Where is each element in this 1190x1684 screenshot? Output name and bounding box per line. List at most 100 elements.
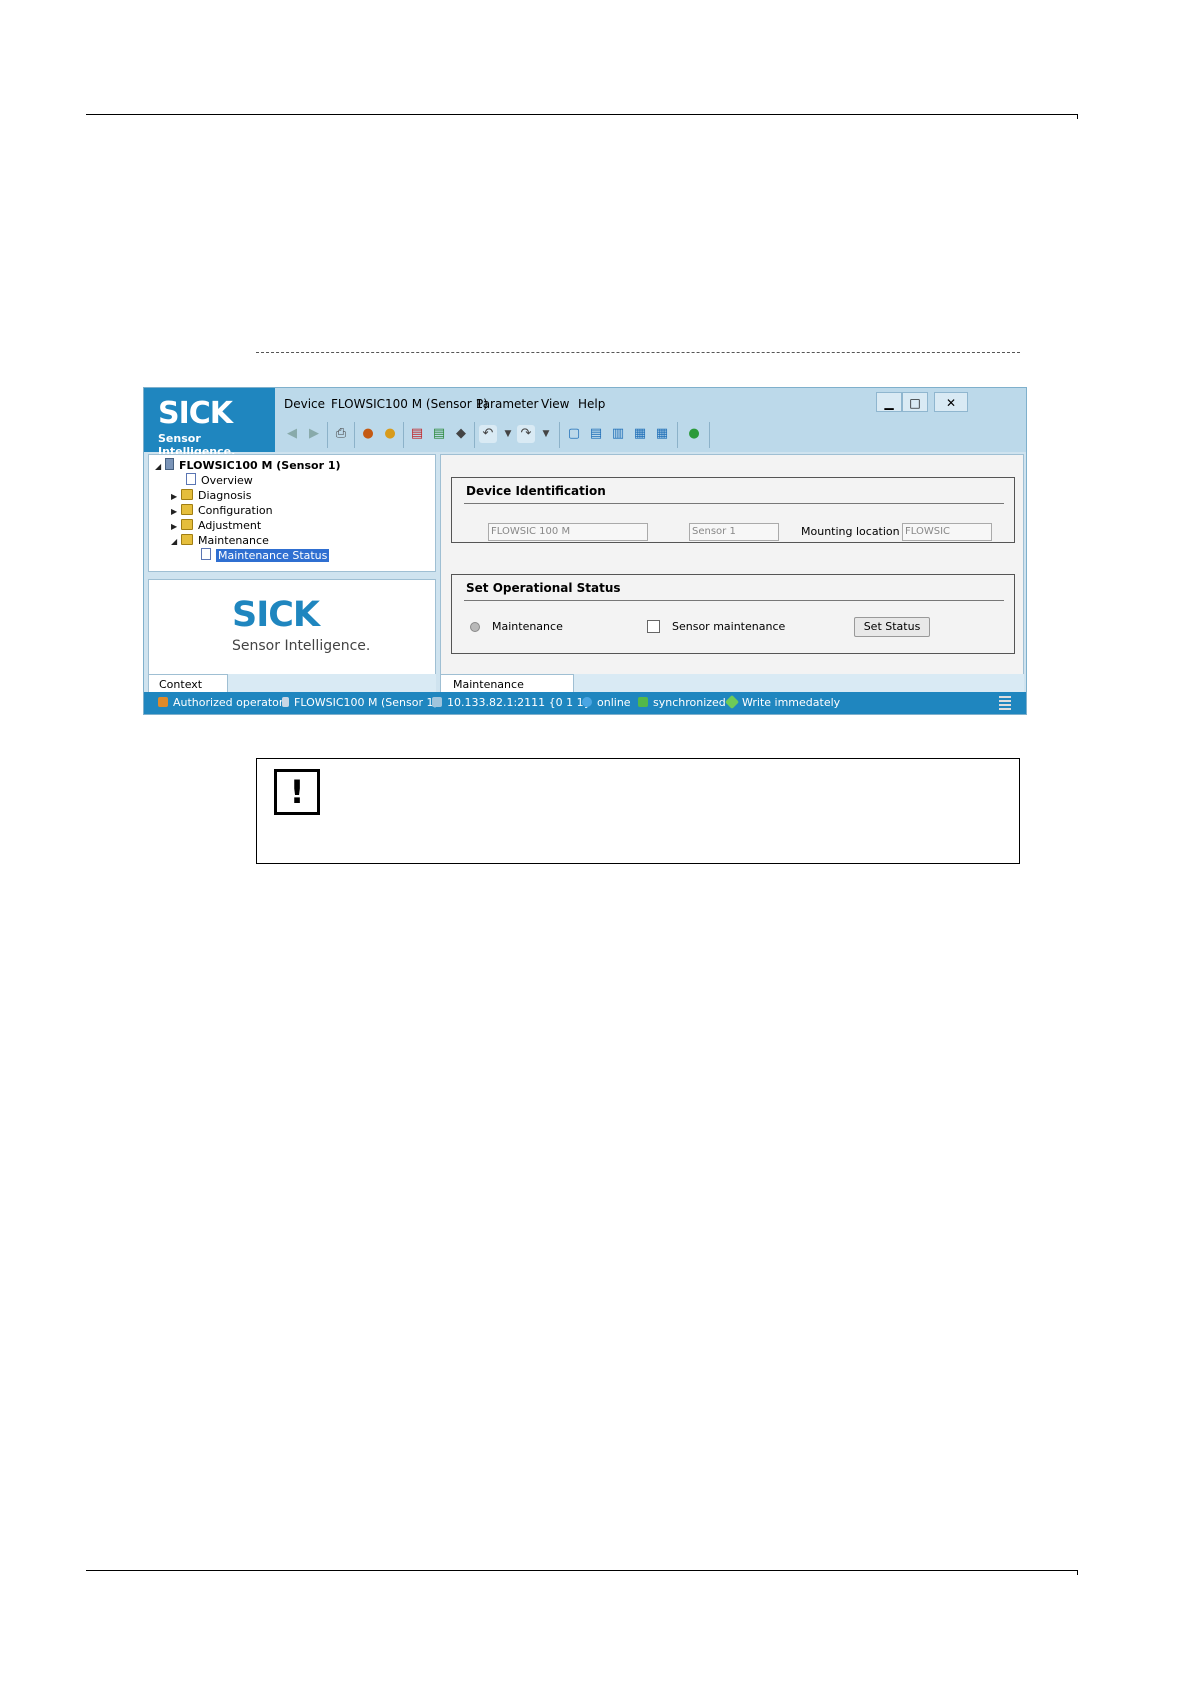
layout-horizontal-icon[interactable]: ▤ — [587, 425, 605, 443]
tree-item-configuration[interactable]: ▶ Configuration — [171, 503, 273, 518]
folder-icon — [181, 504, 193, 515]
tree-item-label-selected: Maintenance Status — [216, 549, 330, 562]
menu-bar: Device FLOWSIC100 M (Sensor 1) Parameter… — [275, 388, 1026, 418]
collapse-arrow-icon[interactable]: ◢ — [155, 459, 165, 474]
tab-context-help[interactable]: Context Help — [148, 674, 228, 711]
menu-view[interactable]: View — [541, 397, 569, 411]
status-sync-text: synchronized — [653, 696, 726, 709]
toolbar-separator — [354, 422, 355, 448]
toolbar-separator — [327, 422, 328, 448]
help-icon[interactable]: ● — [685, 425, 703, 443]
expand-arrow-icon[interactable]: ▶ — [171, 504, 181, 519]
footer-rule — [86, 1570, 1078, 1575]
tab-maintenance-status[interactable]: Maintenance Status✖ — [440, 674, 574, 711]
folder-icon — [181, 489, 193, 500]
status-database-icon[interactable] — [999, 696, 1011, 710]
tree-item-maintenance-status[interactable]: Maintenance Status — [201, 548, 330, 563]
device-name-field[interactable]: FLOWSIC 100 M — [488, 523, 648, 541]
toolbar-separator — [474, 422, 475, 448]
document-icon — [201, 548, 211, 560]
status-address-text: 10.133.82.1:2111 {0 1 1} — [447, 696, 591, 709]
tree-item-overview[interactable]: Overview — [186, 473, 253, 488]
expand-arrow-icon[interactable]: ▶ — [171, 489, 181, 504]
checkmark-icon — [638, 697, 648, 707]
status-bar: Authorized operator FLOWSIC100 M (Sensor… — [144, 692, 1026, 714]
close-window-button[interactable]: ✕ — [934, 392, 968, 412]
forward-arrow-icon[interactable]: ▶ — [305, 425, 323, 443]
tree-root[interactable]: ◢ FLOWSIC100 M (Sensor 1) — [155, 458, 341, 473]
app-window: SICK Sensor Intelligence. Device FLOWSIC… — [143, 387, 1027, 715]
maintenance-label: Maintenance — [492, 620, 563, 633]
sensor-name-field[interactable]: Sensor 1 — [689, 523, 779, 541]
minimize-button[interactable]: ▁ — [876, 392, 902, 412]
menu-device[interactable]: Device — [284, 397, 325, 411]
sensor-maintenance-checkbox[interactable] — [647, 620, 660, 633]
status-device: FLOWSIC100 M (Sensor 1) — [282, 696, 438, 709]
operational-status-title: Set Operational Status — [466, 581, 621, 595]
device-icon — [165, 458, 174, 470]
undo-dropdown-icon[interactable]: ▼ — [499, 425, 517, 443]
attention-icon: ! — [274, 769, 320, 815]
status-sync: synchronized — [638, 696, 726, 709]
logout-user-icon[interactable]: ● — [381, 425, 399, 443]
globe-icon — [582, 697, 592, 707]
eraser-icon[interactable]: ◆ — [452, 425, 470, 443]
collapse-arrow-icon[interactable]: ◢ — [171, 534, 181, 549]
main-panel: Device Identification FLOWSIC 100 M Sens… — [440, 454, 1024, 678]
mounting-location-field[interactable]: FLOWSIC — [902, 523, 992, 541]
tree-root-label: FLOWSIC100 M (Sensor 1) — [179, 459, 341, 472]
export-file-icon[interactable]: ▤ — [430, 425, 448, 443]
notice-box: ! — [256, 758, 1020, 864]
login-user-icon[interactable]: ● — [359, 425, 377, 443]
menu-flowsic[interactable]: FLOWSIC100 M (Sensor 1) — [331, 397, 488, 411]
expand-arrow-icon[interactable]: ▶ — [171, 519, 181, 534]
layout-quad-icon[interactable]: ▦ — [653, 425, 671, 443]
toolbar-separator — [403, 422, 404, 448]
tree-item-label: Configuration — [198, 504, 273, 517]
user-icon — [158, 697, 168, 707]
brand-logo: SICK — [158, 396, 233, 431]
menu-parameter[interactable]: Parameter — [476, 397, 538, 411]
header-rule-tick — [1077, 114, 1078, 119]
undo-icon[interactable]: ↶ — [479, 425, 497, 443]
tree-item-label: Diagnosis — [198, 489, 252, 502]
back-arrow-icon[interactable]: ◀ — [283, 425, 301, 443]
print-icon[interactable]: ⎙ — [332, 425, 350, 443]
set-status-button[interactable]: Set Status — [854, 617, 930, 637]
sensor-maintenance-label: Sensor maintenance — [672, 620, 786, 633]
redo-dropdown-icon[interactable]: ▼ — [537, 425, 555, 443]
tree-item-maintenance[interactable]: ◢ Maintenance — [171, 533, 269, 548]
mounting-location-label: Mounting location — [801, 525, 900, 538]
status-device-text: FLOWSIC100 M (Sensor 1) — [294, 696, 438, 709]
maximize-button[interactable]: □ — [902, 392, 928, 412]
main-tab-bar: Maintenance Status✖ — [440, 674, 1024, 711]
group-divider — [464, 503, 1004, 504]
brand-area: SICK Sensor Intelligence. — [144, 388, 275, 458]
layout-three-icon[interactable]: ▦ — [631, 425, 649, 443]
context-tagline: Sensor Intelligence. — [232, 638, 371, 654]
layout-vertical-icon[interactable]: ▥ — [609, 425, 627, 443]
network-cable-icon — [432, 697, 442, 707]
tree-item-adjustment[interactable]: ▶ Adjustment — [171, 518, 261, 533]
status-connection: online — [582, 696, 631, 709]
pdf-report-icon[interactable]: ▤ — [408, 425, 426, 443]
status-write-mode-text: Write immedately — [742, 696, 841, 709]
status-connection-text: online — [597, 696, 631, 709]
document-icon — [186, 473, 196, 485]
status-write-mode: Write immedately — [724, 694, 841, 710]
layout-single-icon[interactable]: ▢ — [565, 425, 583, 443]
device-icon — [282, 697, 289, 707]
device-identification-group: Device Identification FLOWSIC 100 M Sens… — [451, 477, 1015, 543]
write-diamond-icon — [724, 694, 740, 710]
operational-status-group: Set Operational Status Maintenance Senso… — [451, 574, 1015, 654]
toolbar-separator — [709, 422, 710, 448]
group-divider — [464, 600, 1004, 601]
folder-icon — [181, 519, 193, 530]
status-user-text: Authorized operator — [173, 696, 284, 709]
toolbar-separator — [559, 422, 560, 448]
folder-open-icon — [181, 534, 193, 545]
header-rule — [86, 114, 1078, 119]
redo-icon[interactable]: ↷ — [517, 425, 535, 443]
tree-item-diagnosis[interactable]: ▶ Diagnosis — [171, 488, 251, 503]
menu-help[interactable]: Help — [578, 397, 605, 411]
